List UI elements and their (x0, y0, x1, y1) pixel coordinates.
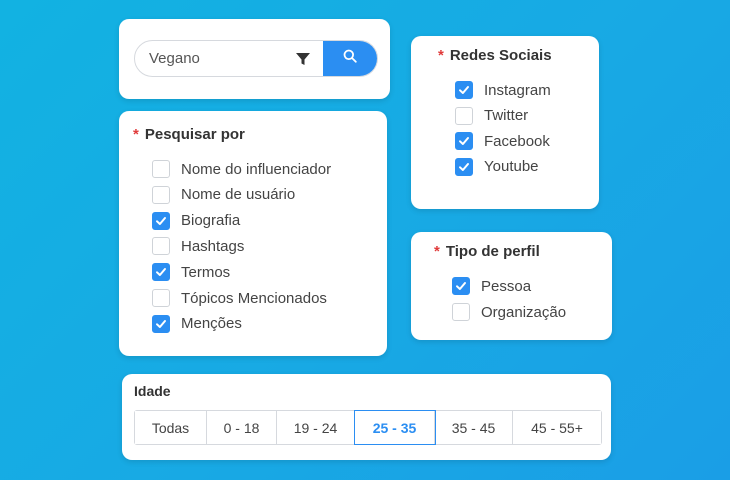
option-label: Menções (181, 315, 242, 333)
age-option-button[interactable]: 0 - 18 (207, 411, 277, 444)
age-title: Idade (134, 383, 171, 399)
age-option-button[interactable]: Todas (135, 411, 207, 444)
checkbox[interactable] (152, 263, 170, 282)
option-label: Twitter (484, 107, 529, 125)
checkmark-icon (459, 137, 469, 146)
option-label: Biografia (181, 212, 241, 230)
option-label: Nome de usuário (181, 186, 296, 204)
option-row[interactable]: Nome de usuário (152, 184, 295, 206)
search-by-card: * Pesquisar por Nome do influenciador Nome… (119, 111, 387, 356)
search-input[interactable] (135, 41, 295, 76)
age-option-button[interactable]: 35 - 45 (435, 411, 513, 444)
option-label: Hashtags (181, 237, 245, 255)
option-row[interactable]: Tópicos Mencionados (152, 287, 327, 309)
option-row[interactable]: Hashtags (152, 235, 244, 257)
search-card (119, 19, 390, 99)
option-row[interactable]: Biografia (152, 210, 240, 232)
age-range-selector: Todas 0 - 18 19 - 24 25 - 35 35 - 45 45 - 55+ (134, 410, 602, 445)
required-asterisk: * (438, 47, 444, 64)
checkbox[interactable] (152, 211, 170, 230)
social-networks-card: * Redes Sociais Instagram Twitter Facebook Y… (411, 36, 599, 209)
checkmark-icon (456, 282, 466, 290)
search-box (134, 40, 378, 77)
checkmark-icon (156, 268, 166, 277)
social-networks-title: Redes Sociais (449, 47, 552, 64)
checkbox[interactable] (152, 314, 170, 333)
option-label: Nome do influenciador (181, 160, 332, 178)
option-label: Youtube (484, 158, 539, 176)
option-label: Facebook (484, 132, 550, 150)
option-row[interactable]: Facebook (455, 130, 550, 152)
option-row[interactable]: Youtube (455, 156, 539, 178)
required-asterisk: * (133, 126, 139, 143)
checkbox[interactable] (452, 277, 470, 295)
search-by-heading: * Pesquisar por (133, 126, 245, 143)
option-row[interactable]: Twitter (455, 105, 528, 127)
age-option-button[interactable]: 45 - 55+ (513, 411, 601, 444)
option-label: Tópicos Mencionados (181, 289, 327, 307)
profile-type-title: Tipo de perfil (445, 243, 540, 260)
option-label: Organização (481, 303, 567, 321)
checkbox[interactable] (452, 303, 470, 321)
option-row[interactable]: Instagram (455, 79, 551, 101)
checkbox[interactable] (455, 81, 473, 99)
age-card: Idade Todas 0 - 18 19 - 24 25 - 35 35 - 45 45… (122, 374, 611, 460)
checkbox[interactable] (152, 185, 170, 204)
option-row[interactable]: Menções (152, 313, 242, 335)
checkbox[interactable] (152, 237, 170, 256)
option-row[interactable]: Organização (452, 301, 566, 323)
search-icon (343, 49, 357, 68)
profile-type-heading: * Tipo de perfil (434, 243, 540, 260)
filter-icon[interactable] (295, 51, 311, 67)
checkmark-icon (156, 216, 166, 225)
checkmark-icon (459, 86, 469, 94)
option-row[interactable]: Pessoa (452, 275, 531, 297)
checkbox[interactable] (455, 106, 473, 125)
option-row[interactable]: Nome do influenciador (152, 158, 331, 180)
checkmark-icon (459, 162, 469, 171)
social-networks-heading: * Redes Sociais (438, 47, 552, 64)
option-label: Instagram (484, 81, 551, 99)
checkbox[interactable] (152, 289, 170, 307)
checkbox[interactable] (455, 132, 473, 151)
checkmark-icon (156, 319, 166, 328)
profile-type-card: * Tipo de perfil Pessoa Organização (411, 232, 612, 340)
option-label: Pessoa (481, 277, 532, 295)
search-button[interactable] (323, 41, 377, 76)
checkbox[interactable] (455, 157, 473, 176)
search-by-title: Pesquisar por (144, 126, 245, 143)
option-label: Termos (181, 263, 231, 281)
age-option-button[interactable]: 25 - 35 (354, 410, 436, 445)
required-asterisk: * (434, 243, 440, 260)
checkbox[interactable] (152, 160, 170, 178)
age-option-button[interactable]: 19 - 24 (277, 411, 355, 444)
option-row[interactable]: Termos (152, 261, 230, 283)
